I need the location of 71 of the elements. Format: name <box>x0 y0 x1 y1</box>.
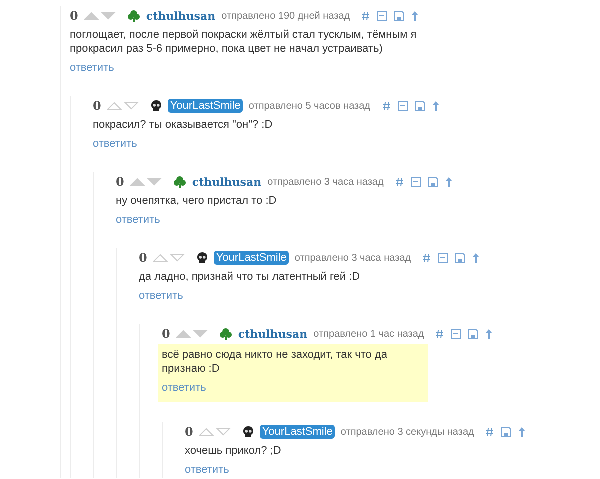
skull-icon <box>197 252 208 264</box>
permalink-icon[interactable] <box>362 12 370 20</box>
comment-score: 0 <box>70 9 78 23</box>
skull-icon <box>243 426 254 438</box>
collapse-icon[interactable] <box>438 253 448 263</box>
arrow-up-icon[interactable] <box>518 426 526 438</box>
author-name[interactable]: YourLastSmile <box>168 99 243 113</box>
permalink-icon[interactable] <box>382 102 391 110</box>
tree-icon <box>128 10 140 22</box>
reply-link[interactable]: ответить <box>162 382 206 394</box>
downvote-icon[interactable] <box>124 102 140 110</box>
posted-time: отправлено 190 дней назад <box>222 10 350 22</box>
downvote-icon[interactable] <box>101 12 116 20</box>
save-icon[interactable] <box>394 11 404 21</box>
author-name[interactable]: YourLastSmile <box>260 425 335 439</box>
collapse-icon[interactable] <box>398 101 408 111</box>
permalink-icon[interactable] <box>423 254 432 262</box>
downvote-icon[interactable] <box>170 254 186 262</box>
upvote-icon[interactable] <box>107 102 122 110</box>
tree-icon <box>220 328 232 340</box>
downvote-icon[interactable] <box>216 428 232 436</box>
save-icon[interactable] <box>414 101 425 111</box>
comment-text: поглощает, после первой покраски жёлтый стал тусклым, тёмным я прокрасил раз 5-6 примерно, пока цвет не начал устраивать) <box>70 28 418 56</box>
upvote-icon[interactable] <box>130 178 146 186</box>
collapse-icon[interactable] <box>410 177 421 187</box>
comment-text: всё равно сюда никто не заходит, так что да признаю :D <box>162 348 388 376</box>
reply-link[interactable]: ответить <box>116 214 160 226</box>
comment-text: да ладно, признай что ты латентный гей :D <box>139 270 362 284</box>
comment-score: 0 <box>93 99 102 113</box>
save-icon[interactable] <box>501 427 512 437</box>
posted-time: отправлено 3 часа назад <box>268 176 384 188</box>
save-icon[interactable] <box>455 253 466 263</box>
upvote-icon[interactable] <box>199 428 214 436</box>
arrow-up-icon[interactable] <box>485 328 494 340</box>
collapse-icon[interactable] <box>377 11 388 21</box>
comment-text: хочешь прикол? ;D <box>185 444 282 458</box>
comment-score: 0 <box>116 175 124 189</box>
posted-time: отправлено 1 час назад <box>314 328 424 340</box>
author-name[interactable]: YourLastSmile <box>214 251 289 265</box>
upvote-icon[interactable] <box>176 330 192 338</box>
posted-time: отправлено 3 часа назад <box>294 252 412 264</box>
reply-link[interactable]: ответить <box>185 464 230 476</box>
save-icon[interactable] <box>468 329 478 339</box>
permalink-icon[interactable] <box>436 330 444 338</box>
posted-time: отправлено 5 часов назад <box>248 100 371 112</box>
reply-link[interactable]: ответить <box>139 290 184 302</box>
comment-score: 0 <box>139 251 148 265</box>
permalink-icon[interactable] <box>396 178 404 186</box>
author-name[interactable]: cthulhusan <box>146 10 216 22</box>
comment-score: 0 <box>162 327 170 341</box>
comment-text: ну очепятка, чего пристал то :D <box>116 194 278 208</box>
posted-time: отправлено 3 секунды назад <box>340 426 474 438</box>
downvote-icon[interactable] <box>193 330 208 338</box>
reply-link[interactable]: ответить <box>70 62 114 74</box>
comment-text: покрасил? ты оказывается "он"? :D <box>93 118 274 132</box>
upvote-icon[interactable] <box>84 12 100 20</box>
save-icon[interactable] <box>428 177 438 187</box>
arrow-up-icon[interactable] <box>444 176 453 188</box>
permalink-icon[interactable] <box>486 428 494 436</box>
upvote-icon[interactable] <box>153 254 168 262</box>
downvote-icon[interactable] <box>147 178 162 186</box>
arrow-up-icon[interactable] <box>472 252 480 264</box>
author-name[interactable]: cthulhusan <box>238 328 308 340</box>
reply-link[interactable]: ответить <box>93 138 138 150</box>
arrow-up-icon[interactable] <box>432 100 440 112</box>
tree-icon <box>174 176 186 188</box>
collapse-icon[interactable] <box>451 329 462 339</box>
skull-icon <box>151 100 162 112</box>
arrow-up-icon[interactable] <box>411 10 420 22</box>
author-name[interactable]: cthulhusan <box>192 176 262 188</box>
comment-score: 0 <box>185 425 194 439</box>
